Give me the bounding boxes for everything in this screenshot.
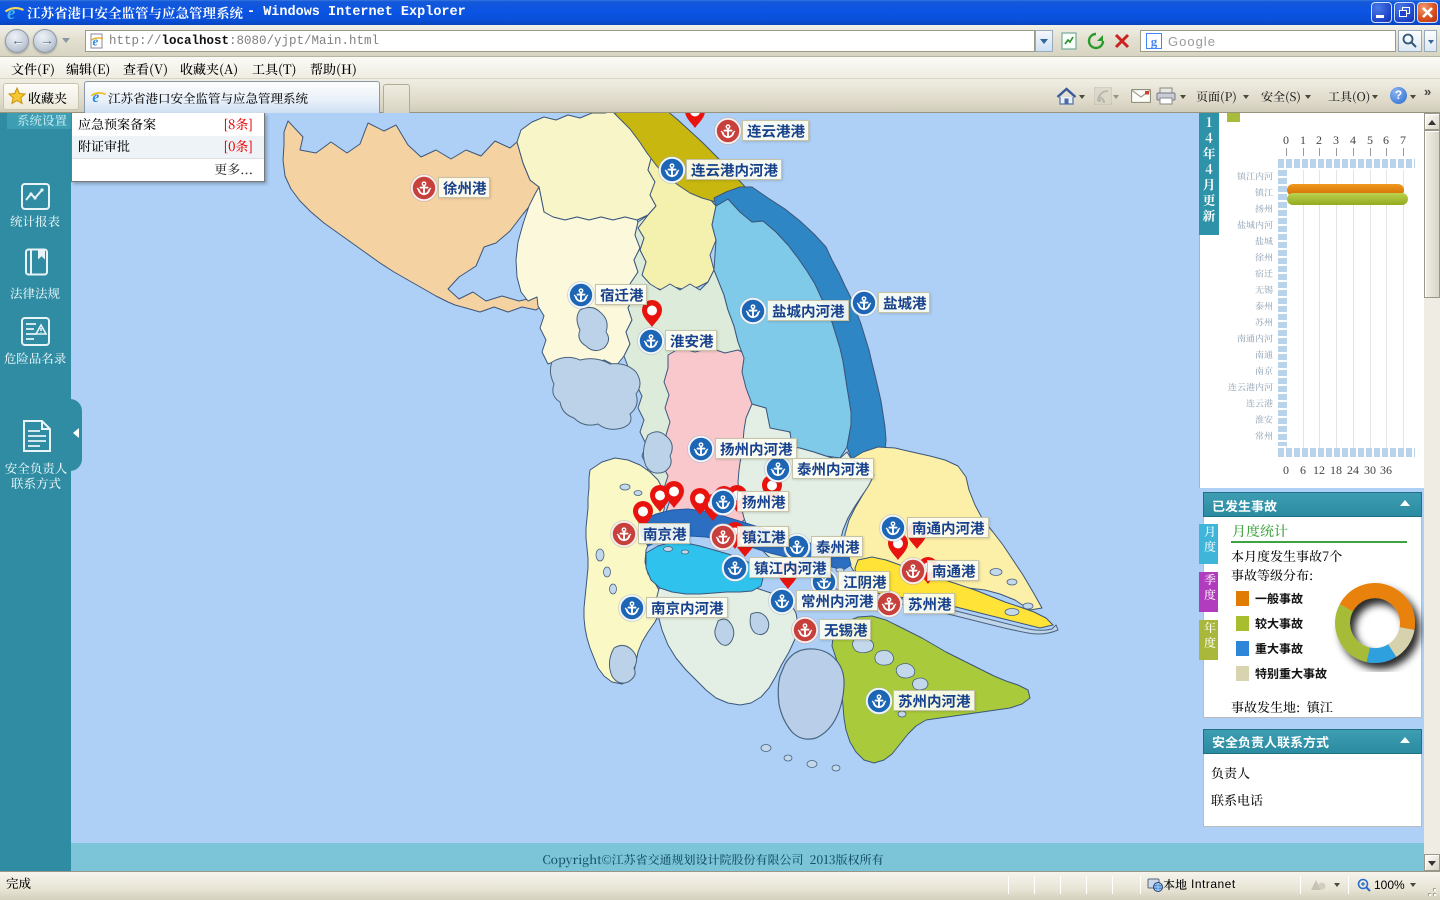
svg-text:e: e — [7, 3, 16, 23]
svg-text:e: e — [93, 34, 99, 49]
svg-text:e: e — [92, 89, 99, 105]
